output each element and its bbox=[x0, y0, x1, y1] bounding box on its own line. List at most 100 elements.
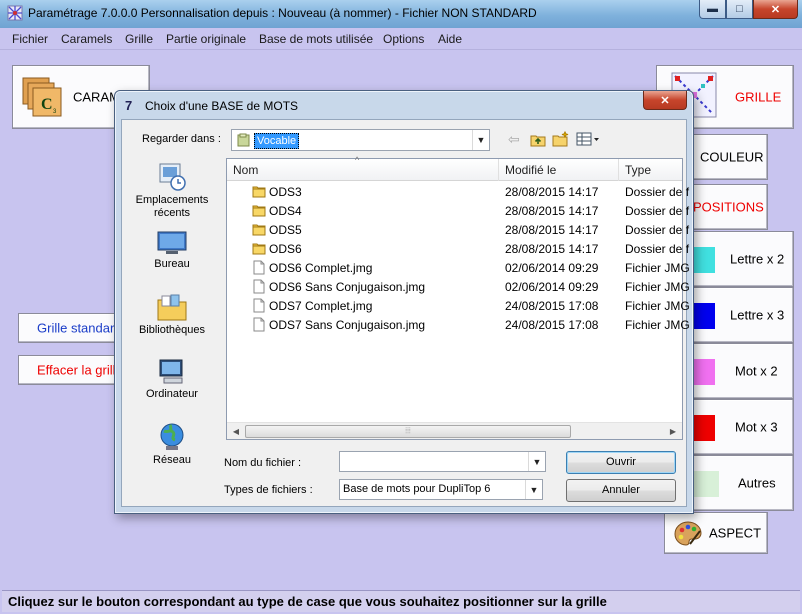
grille-standard-button[interactable]: Grille standar bbox=[18, 313, 128, 343]
file-row[interactable]: ODS3 28/08/2015 14:17 Dossier de f bbox=[227, 182, 689, 201]
menu-caramels[interactable]: Caramels bbox=[61, 32, 112, 46]
maximize-icon: □ bbox=[736, 3, 743, 15]
file-row[interactable]: ODS4 28/08/2015 14:17 Dossier de f bbox=[227, 201, 689, 220]
filename-label: Nom du fichier : bbox=[224, 457, 302, 469]
effacer-grille-label: Effacer la grill bbox=[37, 362, 116, 378]
folder-icon bbox=[252, 224, 266, 236]
dialog-title-bar[interactable]: 7 Choix d'une BASE de MOTS bbox=[125, 98, 298, 113]
filetype-select[interactable]: Base de mots pour DupliTop 6 ▼ bbox=[339, 479, 543, 500]
lettre-x3-button[interactable]: Lettre x 3 bbox=[688, 287, 794, 343]
autres-label: Autres bbox=[738, 475, 776, 491]
positions-button[interactable]: POSITIONS bbox=[682, 184, 768, 230]
file-modified: 02/06/2014 09:29 bbox=[505, 280, 599, 294]
file-row[interactable]: ODS6 Complet.jmg 02/06/2014 09:29 Fichier … bbox=[227, 258, 690, 277]
column-type[interactable]: Type bbox=[619, 159, 685, 181]
grille-label: GRILLE bbox=[735, 89, 782, 105]
up-folder-icon[interactable] bbox=[530, 131, 546, 147]
place-computer[interactable]: Ordinateur bbox=[126, 358, 218, 401]
place-network[interactable]: Réseau bbox=[126, 422, 218, 467]
column-name[interactable]: ^ Nom bbox=[227, 155, 499, 181]
lettre-x3-label: Lettre x 3 bbox=[730, 307, 785, 323]
folder-icon bbox=[237, 133, 250, 147]
recent-places-icon bbox=[159, 163, 186, 191]
aspect-button[interactable]: ASPECT bbox=[664, 512, 768, 554]
place-libraries[interactable]: Bibliothèques bbox=[126, 292, 218, 337]
open-button[interactable]: Ouvrir bbox=[566, 451, 676, 474]
menu-fichier[interactable]: Fichier bbox=[12, 32, 48, 46]
chevron-down-icon[interactable]: ▼ bbox=[472, 130, 489, 150]
horizontal-scrollbar[interactable]: ◀ ⦙⦙⦙ ▶ bbox=[227, 422, 682, 439]
title-bar[interactable]: Paramétrage 7.0.0.0 Personnalisation dep… bbox=[0, 0, 802, 28]
dialog-badge: 7 bbox=[125, 98, 133, 113]
file-type: Dossier de f bbox=[625, 185, 690, 199]
look-in-combo[interactable]: Vocable ▼ bbox=[231, 129, 490, 151]
scroll-right-icon[interactable]: ▶ bbox=[665, 424, 681, 439]
mot-x2-button[interactable]: Mot x 2 bbox=[688, 343, 794, 399]
grille-standard-label: Grille standar bbox=[37, 320, 115, 336]
svg-text:C: C bbox=[41, 96, 53, 113]
place-libraries-label: Bibliothèques bbox=[138, 324, 206, 336]
file-name: ODS6 bbox=[269, 242, 302, 256]
libraries-icon bbox=[157, 294, 187, 321]
file-name: ODS7 Complet.jmg bbox=[269, 299, 373, 313]
file-name: ODS6 Complet.jmg bbox=[269, 261, 373, 275]
new-folder-icon[interactable] bbox=[552, 131, 570, 147]
menu-partie-originale[interactable]: Partie originale bbox=[166, 32, 246, 46]
file-modified: 28/08/2015 14:17 bbox=[505, 242, 599, 256]
menu-options[interactable]: Options bbox=[383, 32, 424, 46]
scrollbar-thumb[interactable]: ⦙⦙⦙ bbox=[245, 425, 571, 438]
file-name: ODS3 bbox=[269, 185, 302, 199]
lettre-x2-button[interactable]: Lettre x 2 bbox=[688, 231, 794, 287]
file-row[interactable]: ODS6 28/08/2015 14:17 Dossier de f bbox=[227, 239, 689, 258]
column-modified[interactable]: Modifié le bbox=[499, 159, 619, 181]
file-row[interactable]: ODS5 28/08/2015 14:17 Dossier de f bbox=[227, 220, 689, 239]
place-recent-label: Emplacements récents bbox=[135, 194, 209, 219]
scroll-left-icon[interactable]: ◀ bbox=[228, 424, 244, 439]
maximize-button[interactable]: □ bbox=[726, 0, 753, 19]
place-desktop[interactable]: Bureau bbox=[126, 230, 218, 271]
minimize-icon: ▬ bbox=[707, 3, 718, 15]
mot-x2-label: Mot x 2 bbox=[735, 363, 778, 379]
minimize-button[interactable]: ▬ bbox=[699, 0, 726, 19]
file-type: Dossier de f bbox=[625, 242, 690, 256]
places-bar: Emplacements récents Bureau Bibliothèque… bbox=[122, 158, 222, 466]
caramels-icon: C 3 bbox=[22, 77, 62, 117]
chevron-down-icon[interactable]: ▼ bbox=[528, 452, 545, 471]
close-icon: ✕ bbox=[770, 3, 781, 16]
place-recent[interactable]: Emplacements récents bbox=[126, 162, 218, 220]
file-icon bbox=[253, 317, 265, 332]
file-modified: 24/08/2015 17:08 bbox=[505, 299, 599, 313]
caramels-label: CARAM bbox=[73, 89, 120, 105]
file-list[interactable]: ^ Nom Modifié le Type ODS3 28/08/2015 14:… bbox=[226, 155, 690, 440]
autres-button[interactable]: Autres bbox=[688, 455, 794, 511]
couleur-label: COULEUR bbox=[700, 149, 764, 165]
chevron-down-icon[interactable]: ▼ bbox=[525, 480, 542, 499]
couleur-button[interactable]: COULEUR bbox=[682, 134, 768, 180]
place-network-label: Réseau bbox=[153, 454, 191, 466]
dialog-close-button[interactable]: ✕ bbox=[643, 91, 687, 110]
menu-grille[interactable]: Grille bbox=[125, 32, 153, 46]
network-globe-icon bbox=[160, 423, 184, 450]
filename-input[interactable]: ▼ bbox=[339, 451, 546, 472]
effacer-grille-button[interactable]: Effacer la grill bbox=[18, 355, 128, 385]
filetype-value: Base de mots pour DupliTop 6 bbox=[343, 483, 491, 495]
menu-aide[interactable]: Aide bbox=[438, 32, 462, 46]
file-modified: 28/08/2015 14:17 bbox=[505, 223, 599, 237]
file-rows: ODS3 28/08/2015 14:17 Dossier de f ODS4 28/0… bbox=[227, 182, 690, 334]
folder-icon bbox=[252, 205, 266, 217]
mot-x3-button[interactable]: Mot x 3 bbox=[688, 399, 794, 455]
file-name: ODS6 Sans Conjugaison.jmg bbox=[269, 280, 426, 294]
close-button[interactable]: ✕ bbox=[753, 0, 798, 19]
file-icon bbox=[253, 279, 265, 294]
cancel-button[interactable]: Annuler bbox=[566, 479, 676, 502]
file-modified: 02/06/2014 09:29 bbox=[505, 261, 599, 275]
file-row[interactable]: ODS7 Complet.jmg 24/08/2015 17:08 Fichier … bbox=[227, 296, 690, 315]
file-row[interactable]: ODS7 Sans Conjugaison.jmg 24/08/2015 17:0… bbox=[227, 315, 690, 334]
back-arrow-icon[interactable]: ⇦ bbox=[508, 131, 520, 148]
view-menu-icon[interactable] bbox=[576, 131, 600, 147]
menu-base-de-mots[interactable]: Base de mots utilisée bbox=[259, 32, 373, 46]
file-icon bbox=[253, 260, 265, 275]
file-type: Fichier JMG bbox=[625, 280, 690, 294]
file-row[interactable]: ODS6 Sans Conjugaison.jmg 02/06/2014 09:2… bbox=[227, 277, 690, 296]
look-in-label: Regarder dans : bbox=[142, 133, 221, 145]
